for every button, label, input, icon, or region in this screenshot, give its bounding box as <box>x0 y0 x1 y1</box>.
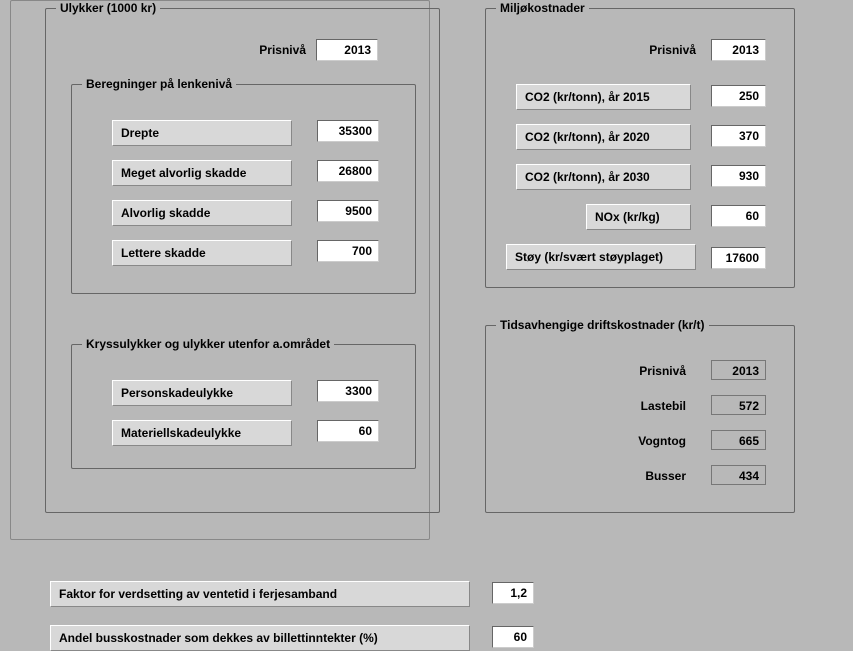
co2-2020-input[interactable]: 370 <box>711 125 766 147</box>
ulykker-prisniva-input[interactable]: 2013 <box>316 39 378 61</box>
busser-label: Busser <box>606 469 686 483</box>
co2-2015-label: CO2 (kr/tonn), år 2015 <box>516 84 691 110</box>
person-input[interactable]: 3300 <box>317 380 379 402</box>
lastebil-value: 572 <box>711 395 766 415</box>
materiell-input[interactable]: 60 <box>317 420 379 442</box>
person-label: Personskadeulykke <box>112 380 292 406</box>
andel-label: Andel busskostnader som dekkes av billet… <box>50 625 470 651</box>
vogntog-label: Vogntog <box>606 434 686 448</box>
faktor-input[interactable]: 1,2 <box>492 582 534 604</box>
tids-legend: Tidsavhengige driftskostnader (kr/t) <box>496 318 709 332</box>
vogntog-value: 665 <box>711 430 766 450</box>
kryss-fieldset: Kryssulykker og ulykker utenfor a.område… <box>71 344 416 469</box>
beregninger-fieldset: Beregninger på lenkenivå Drepte 35300 Me… <box>71 84 416 294</box>
co2-2030-input[interactable]: 930 <box>711 165 766 187</box>
drepte-input[interactable]: 35300 <box>317 120 379 142</box>
co2-2030-label: CO2 (kr/tonn), år 2030 <box>516 164 691 190</box>
busser-value: 434 <box>711 465 766 485</box>
stoy-label: Støy (kr/svært støyplaget) <box>506 244 696 270</box>
meget-input[interactable]: 26800 <box>317 160 379 182</box>
miljo-fieldset: Miljøkostnader Prisnivå 2013 CO2 (kr/ton… <box>485 8 795 288</box>
miljo-prisniva-label: Prisnivå <box>606 43 696 57</box>
ulykker-prisniva-label: Prisnivå <box>226 43 306 57</box>
tids-prisniva-label: Prisnivå <box>606 364 686 378</box>
nox-label: NOx (kr/kg) <box>586 204 691 230</box>
kryss-legend: Kryssulykker og ulykker utenfor a.område… <box>82 337 334 351</box>
alvorlig-label: Alvorlig skadde <box>112 200 292 226</box>
ulykker-legend: Ulykker (1000 kr) <box>56 1 160 15</box>
nox-input[interactable]: 60 <box>711 205 766 227</box>
alvorlig-input[interactable]: 9500 <box>317 200 379 222</box>
co2-2020-label: CO2 (kr/tonn), år 2020 <box>516 124 691 150</box>
tids-fieldset: Tidsavhengige driftskostnader (kr/t) Pri… <box>485 325 795 513</box>
miljo-prisniva-input[interactable]: 2013 <box>711 39 766 61</box>
lastebil-label: Lastebil <box>606 399 686 413</box>
beregninger-legend: Beregninger på lenkenivå <box>82 77 236 91</box>
tids-prisniva-value: 2013 <box>711 360 766 380</box>
drepte-label: Drepte <box>112 120 292 146</box>
lettere-input[interactable]: 700 <box>317 240 379 262</box>
faktor-label: Faktor for verdsetting av ventetid i fer… <box>50 581 470 607</box>
ulykker-fieldset: Ulykker (1000 kr) Prisnivå 2013 Beregnin… <box>45 8 440 513</box>
co2-2015-input[interactable]: 250 <box>711 85 766 107</box>
miljo-legend: Miljøkostnader <box>496 1 589 15</box>
lettere-label: Lettere skadde <box>112 240 292 266</box>
meget-label: Meget alvorlig skadde <box>112 160 292 186</box>
stoy-input[interactable]: 17600 <box>711 247 766 269</box>
materiell-label: Materiellskadeulykke <box>112 420 292 446</box>
